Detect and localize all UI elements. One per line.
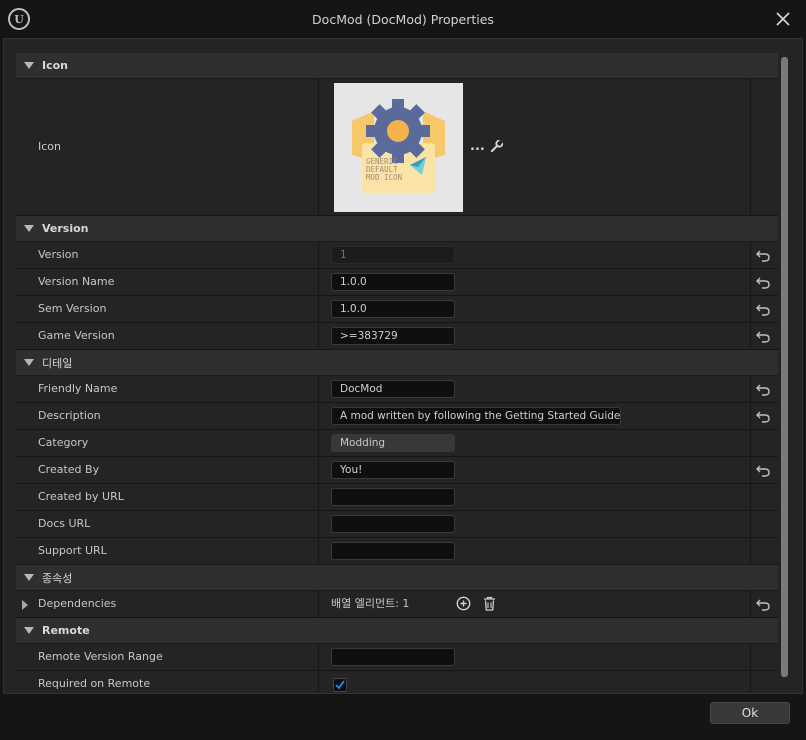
section-remote[interactable]: Remote	[16, 618, 778, 644]
section-title: Icon	[42, 59, 69, 72]
section-dependencies[interactable]: 종속성	[16, 565, 778, 591]
expand-arrow-icon[interactable]	[22, 600, 28, 610]
friendly-name-input[interactable]: DocMod	[331, 380, 455, 398]
collapse-arrow-icon	[24, 225, 34, 232]
more-options-button[interactable]: ...	[470, 139, 485, 154]
property-row-remote-version-range: Remote Version Range	[16, 644, 778, 671]
ok-button[interactable]: Ok	[710, 702, 790, 724]
property-row-category: Category Modding	[16, 430, 778, 457]
property-label: Friendly Name	[38, 382, 118, 395]
property-row-icon: Icon GENERIC DEFAULT MOD ICON ...	[16, 79, 778, 216]
property-row-required-on-remote: Required on Remote	[16, 671, 778, 693]
property-label: Remote Version Range	[38, 650, 163, 663]
generic-mod-icon: GENERIC DEFAULT MOD ICON	[334, 83, 463, 212]
close-icon[interactable]	[774, 10, 792, 28]
property-label: Created By	[38, 463, 100, 476]
add-element-icon[interactable]	[456, 596, 471, 611]
section-title: 디테일	[42, 356, 73, 370]
collapse-arrow-icon	[24, 627, 34, 634]
property-label: Description	[38, 409, 101, 422]
created-by-url-input[interactable]	[331, 488, 455, 506]
property-label: Created by URL	[38, 490, 124, 503]
property-label: Game Version	[38, 329, 115, 342]
details-panel: Icon Icon GENERIC DEFAULT MOD ICON ... V…	[16, 53, 778, 693]
collapse-arrow-icon	[24, 574, 34, 581]
delete-all-icon[interactable]	[483, 596, 496, 611]
property-label: Version Name	[38, 275, 115, 288]
section-title: 종속성	[42, 571, 73, 585]
description-input[interactable]: A mod written by following the Getting S…	[331, 407, 621, 425]
checkmark-icon	[335, 680, 345, 690]
window-title: DocMod (DocMod) Properties	[312, 12, 494, 27]
property-label: Docs URL	[38, 517, 91, 530]
thumb-text-3: MOD ICON	[366, 173, 402, 182]
array-element-count: 배열 엘리먼트: 1	[331, 597, 410, 610]
reset-to-default-icon[interactable]	[756, 248, 770, 262]
category-field[interactable]: Modding	[331, 434, 455, 452]
property-row-version: Version 1	[16, 242, 778, 269]
section-title: Version	[42, 222, 89, 235]
section-version[interactable]: Version	[16, 216, 778, 242]
game-version-input[interactable]: >=383729	[331, 327, 455, 345]
reset-to-default-icon[interactable]	[756, 382, 770, 396]
created-by-input[interactable]: You!	[331, 461, 455, 479]
required-on-remote-checkbox[interactable]	[333, 678, 347, 692]
collapse-arrow-icon	[24, 359, 34, 366]
reset-to-default-icon[interactable]	[756, 302, 770, 316]
section-title: Remote	[42, 624, 90, 637]
docs-url-input[interactable]	[331, 515, 455, 533]
version-field: 1	[331, 246, 455, 264]
property-label: Sem Version	[38, 302, 107, 315]
scrollbar-thumb[interactable]	[781, 57, 788, 677]
reset-to-default-icon[interactable]	[756, 329, 770, 343]
property-row-support-url: Support URL	[16, 538, 778, 565]
property-row-version-name: Version Name 1.0.0	[16, 269, 778, 296]
scrollbar[interactable]	[780, 55, 788, 691]
remote-version-range-input[interactable]	[331, 648, 455, 666]
collapse-arrow-icon	[24, 62, 34, 69]
support-url-input[interactable]	[331, 542, 455, 560]
reset-to-default-icon[interactable]	[756, 275, 770, 289]
property-label: Category	[38, 436, 89, 449]
reset-to-default-icon[interactable]	[756, 463, 770, 477]
property-label: Dependencies	[38, 597, 117, 610]
section-icon[interactable]: Icon	[16, 53, 778, 79]
wrench-icon[interactable]	[490, 140, 503, 153]
property-row-created-by: Created By You!	[16, 457, 778, 484]
sem-version-input[interactable]: 1.0.0	[331, 300, 455, 318]
property-row-friendly-name: Friendly Name DocMod	[16, 376, 778, 403]
reset-to-default-icon[interactable]	[756, 597, 770, 611]
properties-content: Icon Icon GENERIC DEFAULT MOD ICON ... V…	[3, 38, 803, 694]
property-row-docs-url: Docs URL	[16, 511, 778, 538]
section-details[interactable]: 디테일	[16, 350, 778, 376]
property-label: Required on Remote	[38, 677, 151, 690]
reset-to-default-icon[interactable]	[756, 409, 770, 423]
property-row-created-by-url: Created by URL	[16, 484, 778, 511]
version-name-input[interactable]: 1.0.0	[331, 273, 455, 291]
title-bar: U DocMod (DocMod) Properties	[0, 0, 806, 38]
property-row-game-version: Game Version >=383729	[16, 323, 778, 350]
property-label: Icon	[38, 140, 61, 153]
property-label: Support URL	[38, 544, 107, 557]
property-row-dependencies: Dependencies 배열 엘리먼트: 1	[16, 591, 778, 618]
property-row-description: Description A mod written by following t…	[16, 403, 778, 430]
property-label: Version	[38, 248, 79, 261]
mod-icon-thumbnail[interactable]: GENERIC DEFAULT MOD ICON	[334, 83, 463, 212]
property-row-sem-version: Sem Version 1.0.0	[16, 296, 778, 323]
